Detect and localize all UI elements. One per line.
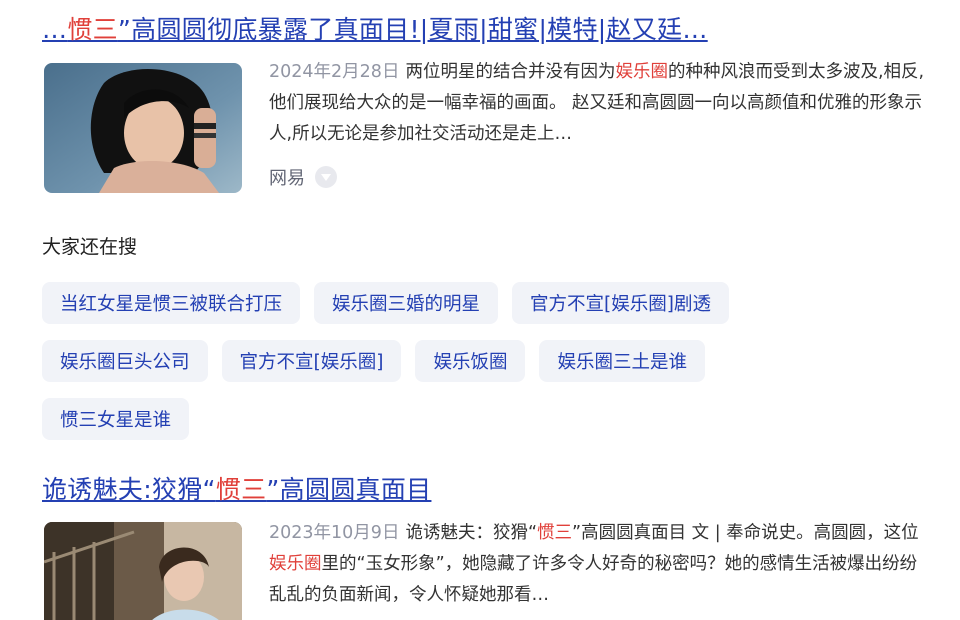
snippet-highlight: 娱乐圈 xyxy=(615,62,668,82)
chip-row: 惯三女星是谁 xyxy=(42,398,942,440)
title-text: … xyxy=(42,15,68,44)
result-date: 2023年10月9日 xyxy=(269,523,400,543)
source-name[interactable]: 网易 xyxy=(269,164,305,190)
snippet-text: ”高圆圆真面目 文 | 奉命说史。高圆圆，这位 xyxy=(572,523,919,543)
related-search-chip[interactable]: 当红女星是惯三被联合打压 xyxy=(42,282,301,324)
result-thumbnail[interactable] xyxy=(44,522,242,620)
woman-outdoor-photo xyxy=(44,522,242,620)
related-search-chip[interactable]: 娱乐饭圈 xyxy=(415,340,526,382)
related-searches: 当红女星是惯三被联合打压 娱乐圈三婚的明星 官方不宣[娱乐圈]剧透 娱乐圈巨头公… xyxy=(42,282,942,456)
chip-row: 当红女星是惯三被联合打压 娱乐圈三婚的明星 官方不宣[娱乐圈]剧透 xyxy=(42,282,942,324)
result-snippet: 2023年10月9日 诡诱魅夫：狡猾“惯三”高圆圆真面目 文 | 奉命说史。高圆圆… xyxy=(269,518,929,611)
title-text: 诡诱魅夫:狡猾“ xyxy=(42,475,216,504)
related-search-chip[interactable]: 惯三女星是谁 xyxy=(42,398,190,440)
result-thumbnail[interactable] xyxy=(44,63,242,193)
snippet-text: 里的“玉女形象”，她隐藏了许多令人好奇的秘密吗？她的感情生活被爆出纷纷乱乱的负面… xyxy=(269,554,918,605)
result-title-link[interactable]: …惯三”高圆圆彻底暴露了真面目!|夏雨|甜蜜|模特|赵又廷… xyxy=(42,14,708,46)
result-snippet: 2024年2月28日 两位明星的结合并没有因为娱乐圈的种种风浪而受到太多波及,相反… xyxy=(269,57,929,150)
related-search-chip[interactable]: 官方不宣[娱乐圈]剧透 xyxy=(512,282,729,324)
woman-portrait-photo xyxy=(44,63,242,193)
title-highlight: 惯三 xyxy=(67,15,118,44)
result-date: 2024年2月28日 xyxy=(269,62,400,82)
related-search-chip[interactable]: 官方不宣[娱乐圈] xyxy=(221,340,402,382)
snippet-highlight: 娱乐圈 xyxy=(269,554,322,574)
chip-row: 娱乐圈巨头公司 官方不宣[娱乐圈] 娱乐饭圈 娱乐圈三土是谁 xyxy=(42,340,942,382)
related-search-chip[interactable]: 娱乐圈三婚的明星 xyxy=(314,282,499,324)
result-title-link[interactable]: 诡诱魅夫:狡猾“惯三”高圆圆真面目 xyxy=(42,474,431,506)
snippet-text: 两位明星的结合并没有因为 xyxy=(405,62,616,82)
related-searches-title: 大家还在搜 xyxy=(42,236,138,258)
snippet-text: 诡诱魅夫：狡猾“ xyxy=(405,523,538,543)
snippet-highlight: 惯三 xyxy=(537,523,573,543)
result-source: 网易 xyxy=(269,164,337,190)
related-search-chip[interactable]: 娱乐圈三土是谁 xyxy=(539,340,705,382)
title-highlight: 惯三 xyxy=(215,475,267,504)
title-text: ”高圆圆彻底暴露了真面目!|夏雨|甜蜜|模特|赵又廷… xyxy=(117,15,708,44)
chevron-down-icon[interactable] xyxy=(315,166,337,188)
title-text: ”高圆圆真面目 xyxy=(266,475,432,504)
related-search-chip[interactable]: 娱乐圈巨头公司 xyxy=(42,340,208,382)
